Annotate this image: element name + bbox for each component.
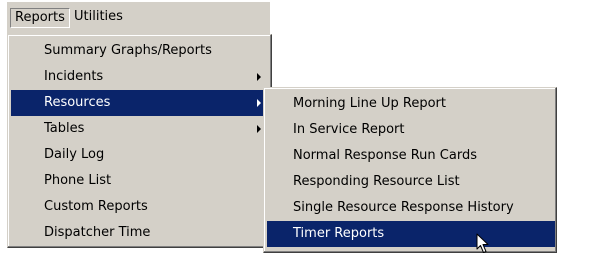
arrow-right-icon: [257, 99, 261, 107]
submenu-item-responding-resource-list[interactable]: Responding Resource List: [267, 169, 555, 195]
menu-item-incidents[interactable]: Incidents: [11, 64, 268, 90]
menu-item-resources[interactable]: Resources: [11, 90, 268, 116]
menu-item-summary-graphs-reports[interactable]: Summary Graphs/Reports: [11, 38, 268, 64]
menu-item-label: Summary Graphs/Reports: [44, 43, 212, 58]
menu-item-dispatcher-time[interactable]: Dispatcher Time: [11, 220, 268, 246]
arrow-right-icon: [257, 125, 261, 133]
menu-item-tables[interactable]: Tables: [11, 116, 268, 142]
menu-item-label: Custom Reports: [44, 199, 148, 214]
menu-utilities[interactable]: Utilities: [70, 8, 127, 28]
menu-item-custom-reports[interactable]: Custom Reports: [11, 194, 268, 220]
menu-reports[interactable]: Reports: [10, 8, 70, 28]
submenu-item-timer-reports[interactable]: Timer Reports: [267, 221, 555, 247]
submenu-item-label: Normal Response Run Cards: [293, 148, 477, 163]
resources-submenu: Morning Line Up Report In Service Report…: [263, 87, 557, 253]
submenu-item-label: In Service Report: [293, 122, 405, 137]
submenu-item-normal-response-run-cards[interactable]: Normal Response Run Cards: [267, 143, 555, 169]
submenu-item-label: Single Resource Response History: [293, 200, 514, 215]
submenu-item-label: Morning Line Up Report: [293, 96, 446, 111]
menu-item-label: Incidents: [44, 69, 104, 84]
menu-item-label: Dispatcher Time: [44, 225, 151, 240]
submenu-item-morning-line-up-report[interactable]: Morning Line Up Report: [267, 91, 555, 117]
menu-item-label: Resources: [44, 95, 111, 110]
submenu-item-label: Timer Reports: [293, 226, 385, 241]
reports-dropdown-menu: Summary Graphs/Reports Incidents Resourc…: [7, 34, 272, 248]
menu-item-label: Daily Log: [44, 147, 105, 162]
arrow-right-icon: [257, 73, 261, 81]
menu-item-daily-log[interactable]: Daily Log: [11, 142, 268, 168]
submenu-item-label: Responding Resource List: [293, 174, 460, 189]
menu-bar: Reports Utilities: [7, 2, 270, 34]
menu-item-phone-list[interactable]: Phone List: [11, 168, 268, 194]
menu-item-label: Phone List: [44, 173, 112, 188]
mouse-pointer-icon: [476, 233, 489, 253]
submenu-item-in-service-report[interactable]: In Service Report: [267, 117, 555, 143]
menu-item-label: Tables: [44, 121, 85, 136]
submenu-item-single-resource-response-history[interactable]: Single Resource Response History: [267, 195, 555, 221]
